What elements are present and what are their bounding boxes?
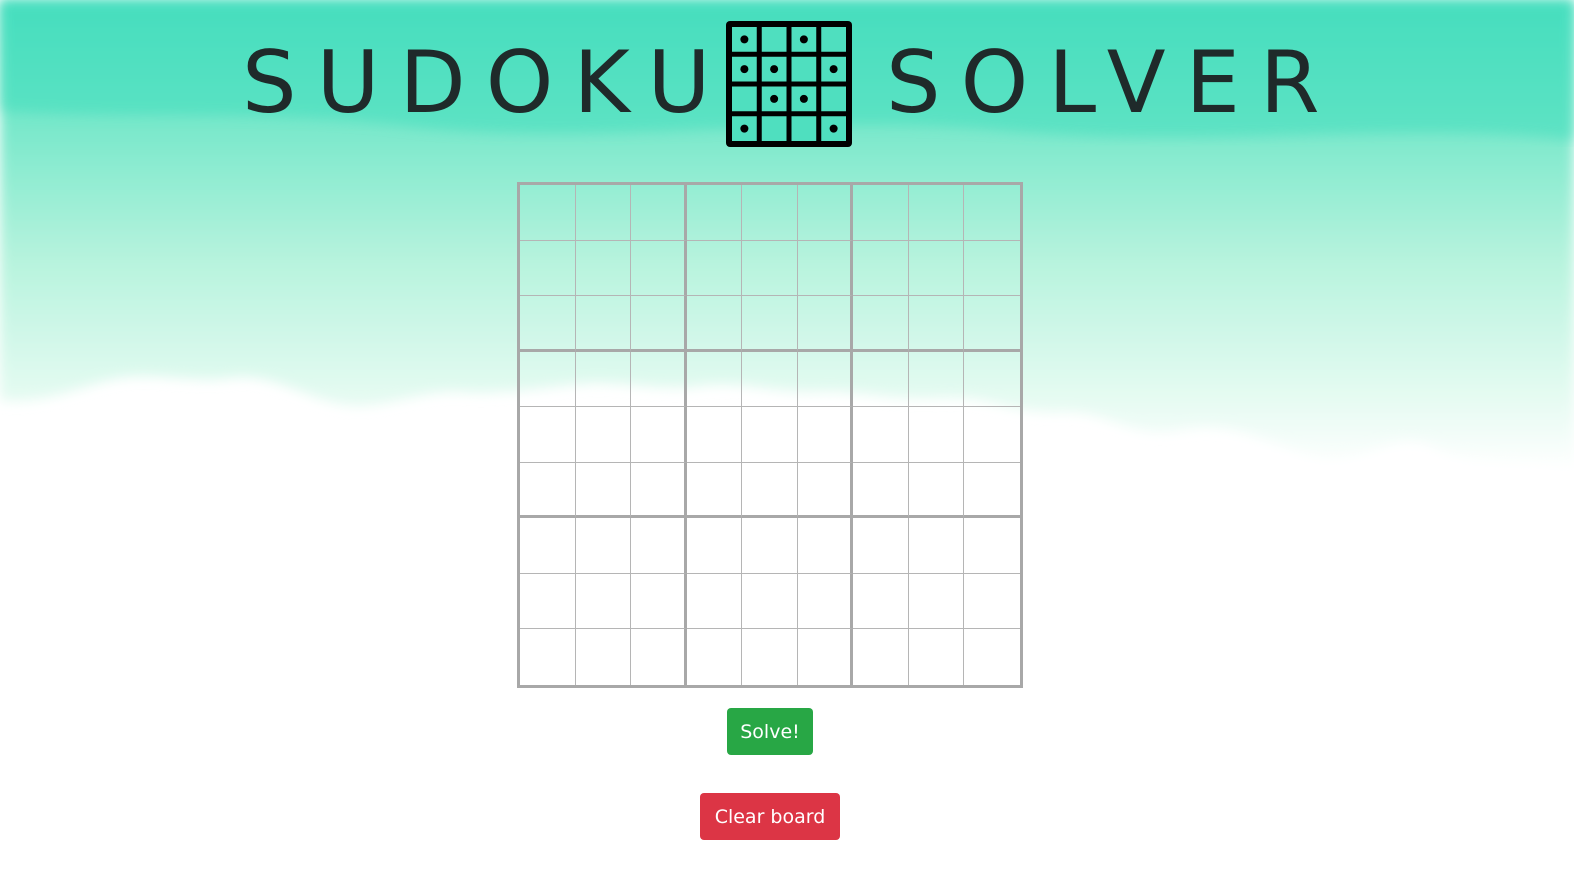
board-cell[interactable] <box>853 185 909 241</box>
page: SUDOKU SOLVER Solve! Clear board <box>0 0 1574 885</box>
sudoku-grid-icon <box>726 21 852 147</box>
board-cell[interactable] <box>964 462 1020 519</box>
board-cell[interactable] <box>797 351 854 408</box>
board-cell[interactable] <box>908 240 965 297</box>
content: SUDOKU SOLVER Solve! Clear board <box>0 0 1574 885</box>
board-cell[interactable] <box>686 462 743 519</box>
board-cell[interactable] <box>908 185 965 241</box>
board-cell[interactable] <box>853 573 909 630</box>
board-cell[interactable] <box>631 296 687 352</box>
board-cell[interactable] <box>797 240 854 297</box>
board-cell[interactable] <box>797 296 854 352</box>
board-cell[interactable] <box>631 351 687 408</box>
board-cell[interactable] <box>908 351 965 408</box>
board-cell[interactable] <box>853 407 909 463</box>
board-cell[interactable] <box>575 629 632 685</box>
board-cell[interactable] <box>686 296 743 352</box>
board-cell[interactable] <box>631 629 687 685</box>
board-cell[interactable] <box>964 351 1020 408</box>
board-cell[interactable] <box>964 629 1020 685</box>
board-cell[interactable] <box>742 573 798 630</box>
solve-button[interactable]: Solve! <box>727 708 813 755</box>
board-cell[interactable] <box>686 185 743 241</box>
board-cell[interactable] <box>520 518 576 574</box>
board-cell[interactable] <box>575 573 632 630</box>
board-cell[interactable] <box>908 518 965 574</box>
board-cell[interactable] <box>520 351 576 408</box>
board-cell[interactable] <box>520 407 576 463</box>
board-cell[interactable] <box>686 629 743 685</box>
board-cell[interactable] <box>797 462 854 519</box>
board-cell[interactable] <box>797 407 854 463</box>
board-cell[interactable] <box>686 573 743 630</box>
board-cell[interactable] <box>631 518 687 574</box>
board-cell[interactable] <box>520 240 576 297</box>
board-cell[interactable] <box>964 518 1020 574</box>
board-cell[interactable] <box>797 629 854 685</box>
board-cell[interactable] <box>797 518 854 574</box>
board-cell[interactable] <box>742 518 798 574</box>
clear-board-button[interactable]: Clear board <box>700 793 840 840</box>
board-cell[interactable] <box>908 296 965 352</box>
board-cell[interactable] <box>853 296 909 352</box>
board-cell[interactable] <box>575 296 632 352</box>
board-cell[interactable] <box>853 629 909 685</box>
board-cell[interactable] <box>964 407 1020 463</box>
board-cell[interactable] <box>742 185 798 241</box>
board-cell[interactable] <box>575 351 632 408</box>
board-cell[interactable] <box>520 185 576 241</box>
title-solver: SOLVER <box>886 33 1340 133</box>
board-cell[interactable] <box>575 185 632 241</box>
board-cell[interactable] <box>686 518 743 574</box>
board-cell[interactable] <box>964 296 1020 352</box>
board-cell[interactable] <box>520 629 576 685</box>
board-cell[interactable] <box>742 296 798 352</box>
board-cell[interactable] <box>742 407 798 463</box>
board-cell[interactable] <box>853 240 909 297</box>
board-cell[interactable] <box>631 462 687 519</box>
board-cell[interactable] <box>853 462 909 519</box>
board-cell[interactable] <box>742 240 798 297</box>
board-cell[interactable] <box>964 185 1020 241</box>
board-cell[interactable] <box>575 240 632 297</box>
board-cell[interactable] <box>575 518 632 574</box>
board-cell[interactable] <box>742 629 798 685</box>
board-cell[interactable] <box>686 240 743 297</box>
board-cell[interactable] <box>631 407 687 463</box>
board-cell[interactable] <box>908 407 965 463</box>
board-cell[interactable] <box>964 240 1020 297</box>
board-cell[interactable] <box>797 573 854 630</box>
board-cell[interactable] <box>908 573 965 630</box>
board-cell[interactable] <box>853 351 909 408</box>
board-cell[interactable] <box>908 462 965 519</box>
board-cell[interactable] <box>908 629 965 685</box>
board-cell[interactable] <box>575 407 632 463</box>
sudoku-board <box>517 182 1023 688</box>
title-sudoku: SUDOKU <box>242 33 731 133</box>
board-cell[interactable] <box>964 573 1020 630</box>
board-cell[interactable] <box>575 462 632 519</box>
board-cell[interactable] <box>686 407 743 463</box>
board-cell[interactable] <box>631 573 687 630</box>
board-cell[interactable] <box>631 185 687 241</box>
board-cell[interactable] <box>520 462 576 519</box>
board-cell[interactable] <box>686 351 743 408</box>
board-cell[interactable] <box>742 351 798 408</box>
board-cell[interactable] <box>631 240 687 297</box>
page-title: SUDOKU SOLVER <box>0 18 1574 150</box>
board-cell[interactable] <box>742 462 798 519</box>
board-cell[interactable] <box>797 185 854 241</box>
board-cell[interactable] <box>853 518 909 574</box>
board-cell[interactable] <box>520 296 576 352</box>
board-cell[interactable] <box>520 573 576 630</box>
